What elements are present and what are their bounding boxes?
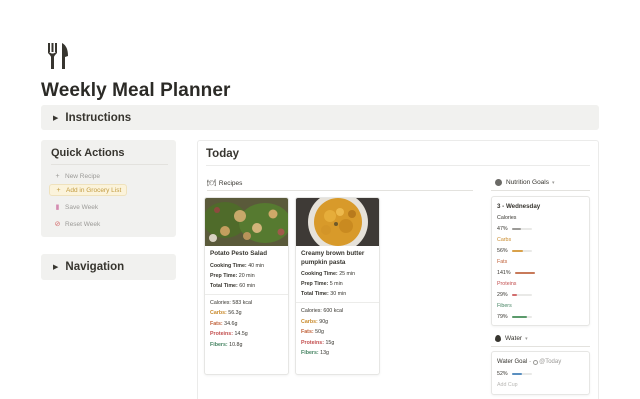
quick-actions-panel: Quick Actions + New Recipe + Add in Groc… xyxy=(41,140,176,237)
triangle-right-icon: ▶ xyxy=(53,264,59,271)
recipe-image xyxy=(205,198,288,246)
add-cup-button[interactable]: Add Cup xyxy=(497,382,518,388)
page-title: Weekly Meal Planner xyxy=(41,80,231,101)
cooking-time: 25 min xyxy=(339,271,356,277)
save-week-button[interactable]: ▮ Save Week xyxy=(49,201,103,213)
save-icon: ▮ xyxy=(55,204,60,211)
cooking-time: 40 min xyxy=(248,262,265,269)
divider xyxy=(51,164,168,165)
prep-time: 5 min xyxy=(329,281,343,287)
water-progress: 52% xyxy=(497,371,532,377)
nutrition-goals-header[interactable]: Nutrition Goals ▾ xyxy=(495,179,555,186)
proteins-label: Proteins xyxy=(497,281,517,287)
day-label: 3 - Wednesday xyxy=(497,203,541,210)
carbs-progress: 56% xyxy=(497,248,532,254)
carbs-label: Carbs xyxy=(497,237,512,243)
navigation-label: Navigation xyxy=(65,261,125,273)
divider xyxy=(491,190,590,191)
chevron-down-icon: ▾ xyxy=(552,179,555,186)
fats-label: Fats xyxy=(497,259,508,265)
water-header[interactable]: Water ▾ xyxy=(495,335,528,342)
total-time: 60 min xyxy=(239,282,256,289)
proteins-progress: 29% xyxy=(497,292,532,298)
divider xyxy=(491,346,590,347)
progress-fill xyxy=(511,373,522,375)
navigation-toggle[interactable]: ▶ Navigation xyxy=(41,254,176,280)
divider xyxy=(206,165,590,166)
water-label: Water xyxy=(505,335,523,342)
progress-fill xyxy=(511,228,521,230)
fibers-value: 10.8g xyxy=(229,341,243,348)
recipe-card[interactable]: Potato Pesto Salad Cooking Time: 40 min … xyxy=(204,197,289,375)
recipe-name: Creamy brown butter pumpkin pasta xyxy=(301,250,365,266)
fats-progress: 141% xyxy=(497,270,535,276)
fork-knife-icon xyxy=(48,43,68,69)
fats-value: 34.6g xyxy=(224,320,238,327)
calories-label: Calories xyxy=(497,215,517,221)
clock-icon xyxy=(533,359,539,365)
fork-knife-icon: 🍽 xyxy=(207,180,216,187)
plus-icon: + xyxy=(56,186,61,194)
divider xyxy=(207,190,473,191)
carbs-value: 56.3g xyxy=(228,310,242,316)
quick-actions-title: Quick Actions xyxy=(51,147,125,159)
proteins-value: 15g xyxy=(325,339,335,346)
fats-value: 50g xyxy=(315,329,324,335)
calories-progress: 47% xyxy=(497,226,532,232)
progress-fill xyxy=(511,250,523,252)
divider xyxy=(205,293,288,295)
total-time: 30 min xyxy=(330,291,347,297)
water-goal-card[interactable]: Water Goal - @Today 52% Add Cup xyxy=(491,351,590,395)
recipe-name: Potato Pesto Salad xyxy=(210,250,268,257)
recipe-card[interactable]: Creamy brown butter pumpkin pasta Cookin… xyxy=(295,197,380,375)
water-goal-title: Water Goal - @Today xyxy=(497,359,562,365)
chevron-down-icon: ▾ xyxy=(525,335,528,342)
fibers-progress: 79% xyxy=(497,314,532,320)
fibers-value: 13g xyxy=(320,350,329,356)
progress-fill xyxy=(511,316,528,318)
plus-icon: + xyxy=(55,172,60,180)
fibers-label: Fibers xyxy=(497,303,512,309)
new-recipe-button[interactable]: + New Recipe xyxy=(49,170,105,182)
nutrition-goals-card[interactable]: 3 - Wednesday Calories 47% Carbs 56% Fat… xyxy=(491,196,590,326)
proteins-value: 14.5g xyxy=(234,331,248,337)
divider xyxy=(296,302,379,303)
instructions-label: Instructions xyxy=(65,111,132,124)
today-title: Today xyxy=(206,148,240,160)
recipes-label: Recipes xyxy=(218,179,243,187)
droplet-icon xyxy=(495,335,501,342)
instructions-toggle[interactable]: ▶ Instructions xyxy=(41,105,599,130)
reset-icon: ⊘ xyxy=(54,221,61,228)
triangle-right-icon: ▶ xyxy=(53,114,59,122)
carbs-value: 90g xyxy=(319,318,329,325)
add-grocery-list-button[interactable]: + Add in Grocery List xyxy=(49,184,128,196)
prep-time: 20 min xyxy=(238,272,255,279)
progress-fill xyxy=(511,294,518,296)
globe-icon xyxy=(495,179,502,186)
recipe-image xyxy=(296,198,379,246)
reset-week-button[interactable]: ⊘ Reset Week xyxy=(49,218,105,230)
recipes-header: 🍽 Recipes xyxy=(207,179,243,188)
progress-fill xyxy=(514,272,535,274)
nutrition-goals-label: Nutrition Goals xyxy=(506,179,549,186)
calories-value: 600 kcal xyxy=(323,308,344,314)
calories-value: 583 kcal xyxy=(232,299,253,306)
